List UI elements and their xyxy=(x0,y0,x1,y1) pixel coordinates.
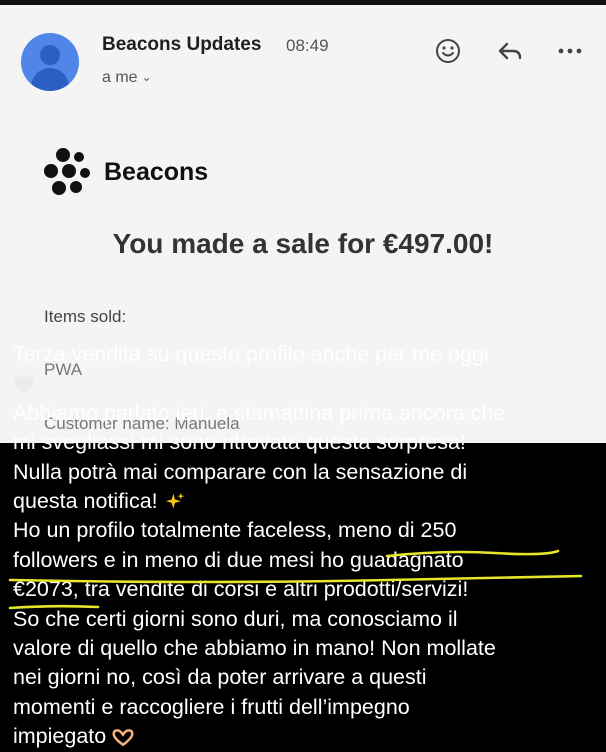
caption-line: followers e in meno di due mesi ho guada… xyxy=(13,547,464,572)
items-sold-label: Items sold: xyxy=(44,307,127,326)
recipient-toggle[interactable]: a me ⌄ xyxy=(102,69,152,87)
caption-line: mi svegliassi mi sono ritrovata questa s… xyxy=(13,430,466,455)
recipient-label: a me xyxy=(102,69,138,86)
emoji-icon[interactable] xyxy=(433,36,463,66)
avatar-shoulders xyxy=(31,68,69,91)
heart-hands-icon xyxy=(112,728,134,746)
caption-line: Abbiamo parlato ieri, e stamattina prima… xyxy=(13,400,506,425)
more-icon[interactable] xyxy=(555,36,585,66)
caption-line-with-emoji: questa notifica! xyxy=(13,487,594,516)
sparkles-icon xyxy=(165,493,184,510)
reply-icon[interactable] xyxy=(495,36,525,66)
sender-name: Beacons Updates xyxy=(102,34,262,55)
caption-line: Terza vendita su questo profilo anche pe… xyxy=(13,342,489,366)
caption-line: nei giorni no, così da poter arrivare a … xyxy=(13,665,427,690)
caption-line: €2073, tra vendite di corsi e altri prod… xyxy=(13,577,469,602)
caption-emoji-line xyxy=(13,369,594,398)
brand-name: Beacons xyxy=(104,158,209,186)
beacons-logo-icon xyxy=(44,148,94,196)
caption-line: questa notifica! xyxy=(13,489,158,514)
caption-line-with-emoji: impiegato xyxy=(13,722,594,751)
caption-line: So che certi giorni sono duri, ma conosc… xyxy=(13,606,458,631)
sale-headline: You made a sale for €497.00! xyxy=(112,228,494,259)
caption-line: Ho un profilo totalmente faceless, meno … xyxy=(13,518,457,543)
email-time: 08:49 xyxy=(286,36,329,55)
caption-line: momenti e raccogliere i frutti dell’impe… xyxy=(13,694,410,719)
avatar[interactable] xyxy=(21,33,79,91)
avatar-head xyxy=(40,45,60,65)
caption-line: valore di quello che abbiamo in mano! No… xyxy=(13,636,496,661)
caption-overlay: Terza vendita su questo profilo anche pe… xyxy=(0,326,606,751)
caption-line: Nulla potrà mai comparare con la sensazi… xyxy=(13,459,468,484)
white-heart-icon xyxy=(14,375,34,393)
caption-line: impiegato xyxy=(13,724,107,749)
top-bar xyxy=(0,0,606,5)
chevron-down-icon: ⌄ xyxy=(141,70,152,84)
